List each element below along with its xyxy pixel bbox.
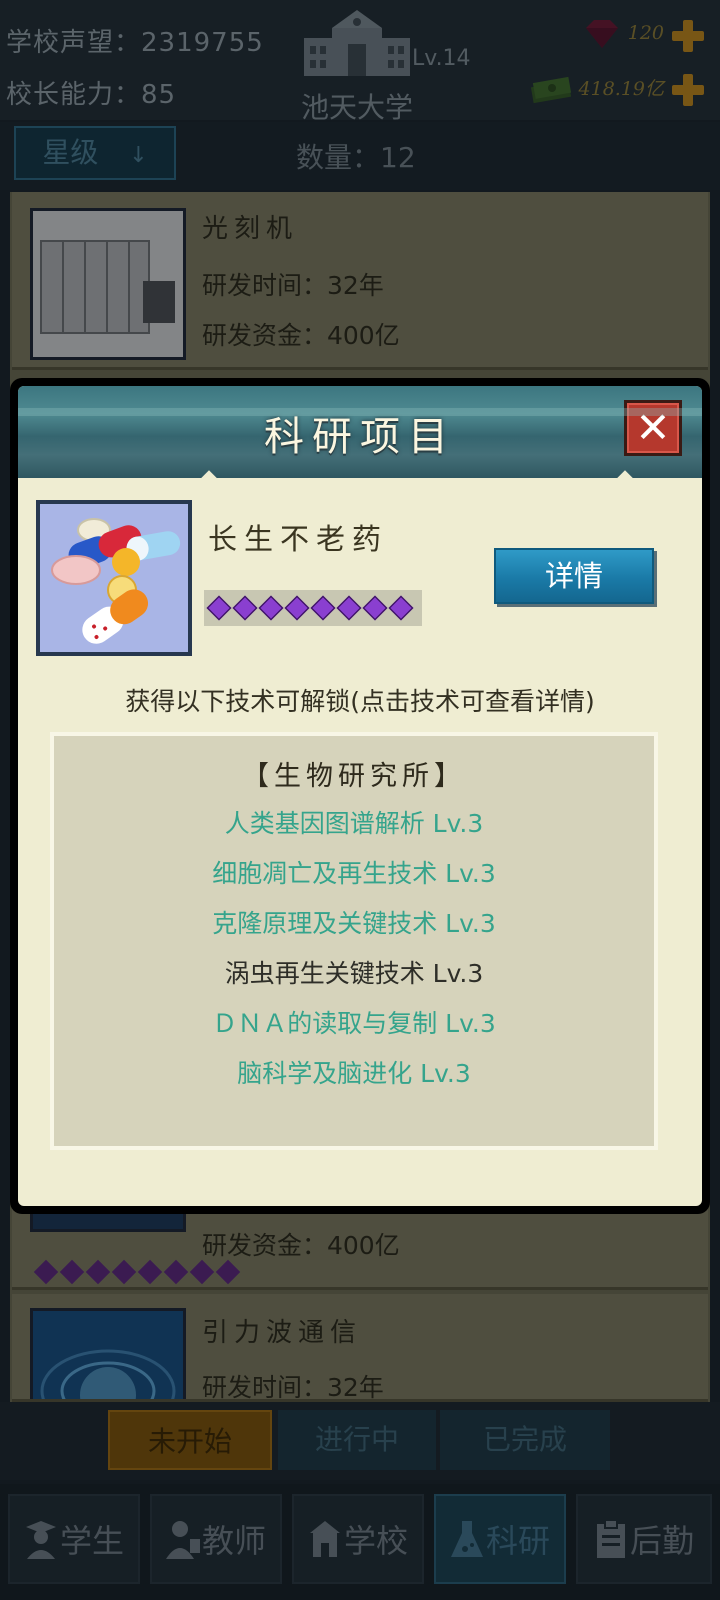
tech-item-dna[interactable]: ＤＮＡ的读取与复制 Lv.3 [54,1004,654,1040]
star-diamond-icon [232,595,258,621]
tech-item-cell-regeneration[interactable]: 细胞凋亡及再生技术 Lv.3 [54,854,654,890]
tech-item-brain-science[interactable]: 脑科学及脑进化 Lv.3 [54,1054,654,1090]
tech-requirements-panel: 【生物研究所】 人类基因图谱解析 Lv.3 细胞凋亡及再生技术 Lv.3 克隆原… [50,732,658,1150]
dialog-header: 科研项目 ✕ [18,386,702,478]
research-project-dialog: 科研项目 ✕ 长生不老药 详情 获得以下技术可解锁(点击技术可查看详情) 【生物… [10,378,710,1214]
star-diamond-icon [206,595,232,621]
star-diamond-icon [362,595,388,621]
close-button[interactable]: ✕ [624,400,682,456]
star-diamond-icon [388,595,414,621]
star-diamond-icon [336,595,362,621]
pills-icon [36,500,192,656]
tech-item-genome[interactable]: 人类基因图谱解析 Lv.3 [54,804,654,840]
star-diamond-icon [284,595,310,621]
tech-category: 【生物研究所】 [242,761,466,792]
tech-item-cloning[interactable]: 克隆原理及关键技术 Lv.3 [54,904,654,940]
close-icon: ✕ [635,403,671,452]
dialog-body: 科研项目 ✕ 长生不老药 详情 获得以下技术可解锁(点击技术可查看详情) 【生物… [18,386,702,1206]
tech-item-planarian[interactable]: 涡虫再生关键技术 Lv.3 [54,954,654,990]
details-button[interactable]: 详情 [494,548,654,604]
star-diamond-icon [258,595,284,621]
star-diamond-icon [310,595,336,621]
project-name: 长生不老药 [208,522,389,556]
unlock-hint: 获得以下技术可解锁(点击技术可查看详情) [125,687,595,716]
project-star-rating [204,590,422,626]
dialog-title: 科研项目 [264,414,456,460]
